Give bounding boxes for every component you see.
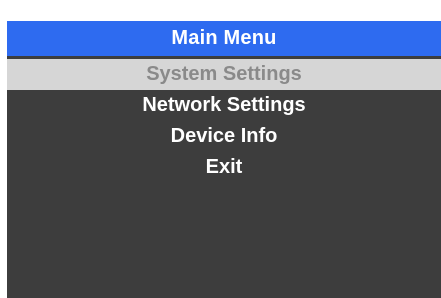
menu-item-label: System Settings <box>146 63 302 85</box>
menu-list: System Settings Network Settings Device … <box>7 56 441 183</box>
menu-item-label: Network Settings <box>142 94 306 116</box>
menu-item-network-settings[interactable]: Network Settings <box>7 90 441 121</box>
menu-item-label: Exit <box>205 156 243 178</box>
main-menu-window: Main Menu System Settings Network Settin… <box>7 21 441 298</box>
menu-item-exit[interactable]: Exit <box>7 152 441 183</box>
menu-item-label: Device Info <box>170 125 278 147</box>
menu-item-device-info[interactable]: Device Info <box>7 121 441 152</box>
menu-title: Main Menu <box>7 21 441 56</box>
menu-item-system-settings[interactable]: System Settings <box>7 59 441 90</box>
